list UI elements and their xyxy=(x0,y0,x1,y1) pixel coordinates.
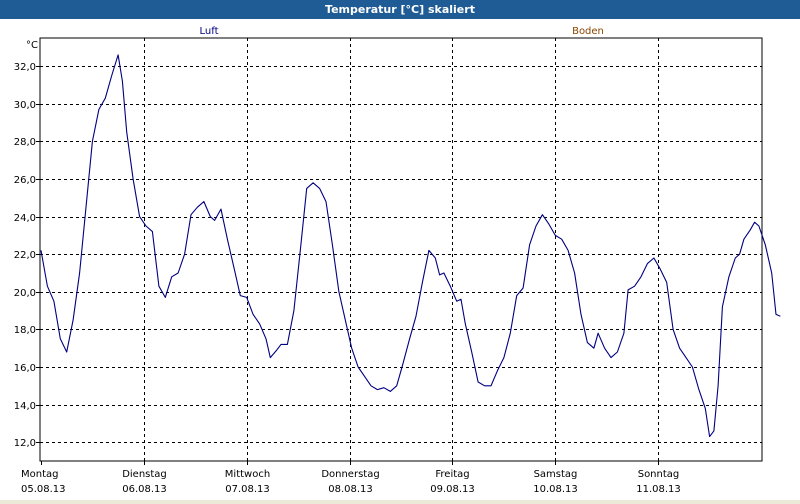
y-tick-label: 32,0 xyxy=(14,62,36,73)
temperature-chart: 12,0 14,0 16,0 18,0 20,0 22,0 24,0 26,0 28,0 30,0… xyxy=(0,19,800,500)
x-tick-day: Donnerstag xyxy=(321,469,379,480)
y-tick-label: 18,0 xyxy=(14,325,36,336)
x-tick-day: Dienstag xyxy=(122,469,167,480)
y-tick-label: 12,0 xyxy=(14,438,36,449)
y-tick-label: 16,0 xyxy=(14,363,36,374)
x-tick-date: 09.08.13 xyxy=(430,484,475,495)
y-axis-unit: °C xyxy=(26,40,38,51)
y-tick-label: 22,0 xyxy=(14,250,36,261)
y-tick-label: 28,0 xyxy=(14,137,36,148)
x-tick-date: 06.08.13 xyxy=(122,484,167,495)
x-tick-date: 11.08.13 xyxy=(636,484,681,495)
x-tick-date: 07.08.13 xyxy=(225,484,270,495)
chart-area: 12,0 14,0 16,0 18,0 20,0 22,0 24,0 26,0 28,0 30,0… xyxy=(0,19,800,500)
x-tick-day: Freitag xyxy=(435,469,469,480)
y-tick-label: 26,0 xyxy=(14,175,36,186)
x-tick-day: Samstag xyxy=(534,469,578,480)
x-tick-day: Montag xyxy=(21,469,58,480)
chart-title: Temperatur [°C] skaliert xyxy=(0,0,800,19)
plot-frame xyxy=(39,37,763,462)
y-tick-label: 20,0 xyxy=(14,288,36,299)
legend-boden: Boden xyxy=(572,26,604,37)
x-tick-day: Mittwoch xyxy=(225,469,270,480)
y-tick-label: 14,0 xyxy=(14,401,36,412)
y-tick-label: 24,0 xyxy=(14,213,36,224)
legend-luft: Luft xyxy=(200,26,219,37)
y-tick-label: 30,0 xyxy=(14,100,36,111)
x-tick-date: 10.08.13 xyxy=(533,484,578,495)
x-tick-day: Sonntag xyxy=(638,469,680,480)
x-tick-date: 08.08.13 xyxy=(328,484,373,495)
x-tick-date: 05.08.13 xyxy=(21,484,66,495)
